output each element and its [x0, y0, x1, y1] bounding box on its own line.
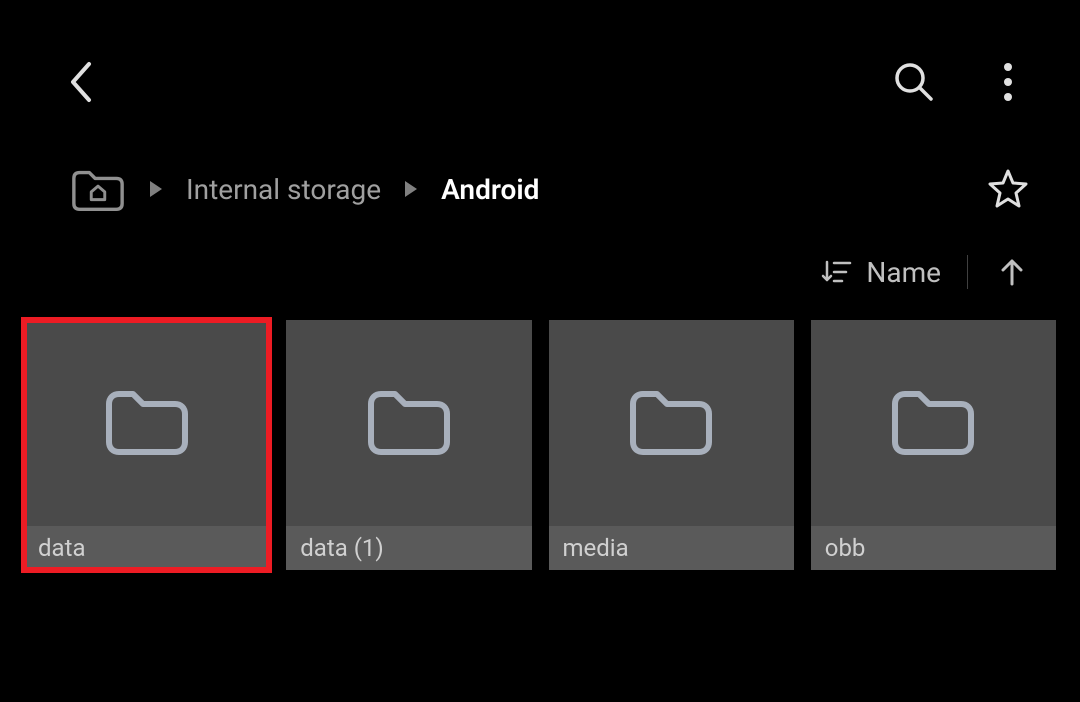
- sort-label: Name: [866, 256, 941, 289]
- folder-icon-area: [811, 320, 1056, 526]
- folder-icon: [101, 384, 193, 462]
- header-actions: [892, 60, 1030, 104]
- breadcrumb: Internal storage Android: [70, 164, 539, 214]
- folder-label: data (1): [300, 534, 384, 562]
- triangle-right-icon: [403, 180, 419, 198]
- home-folder-icon: [70, 164, 126, 214]
- folder-icon: [625, 384, 717, 462]
- home-button[interactable]: [70, 164, 126, 214]
- folder-label: media: [563, 534, 629, 562]
- breadcrumb-item-internal-storage[interactable]: Internal storage: [186, 173, 381, 206]
- sort-direction-button[interactable]: [994, 254, 1030, 290]
- triangle-right-icon: [148, 180, 164, 198]
- folder-label: obb: [825, 534, 866, 562]
- sort-divider: [967, 255, 968, 289]
- folder-icon: [887, 384, 979, 462]
- arrow-up-icon: [998, 256, 1026, 288]
- breadcrumb-current: Android: [441, 173, 539, 206]
- more-vertical-icon: [1003, 62, 1013, 102]
- search-icon: [893, 61, 935, 103]
- header: [0, 0, 1080, 134]
- star-icon: [987, 168, 1029, 210]
- folder-label-area: data (1): [286, 526, 531, 570]
- favorite-button[interactable]: [986, 167, 1030, 211]
- back-icon: [67, 60, 93, 104]
- breadcrumb-row: Internal storage Android: [0, 134, 1080, 234]
- folder-tile-data-1[interactable]: data (1): [286, 320, 531, 570]
- folder-icon-area: [24, 320, 269, 526]
- search-button[interactable]: [892, 60, 936, 104]
- sort-icon: [820, 256, 852, 288]
- folder-grid: data data (1) media obb: [0, 320, 1080, 570]
- folder-label-area: media: [549, 526, 794, 570]
- folder-label-area: obb: [811, 526, 1056, 570]
- folder-icon-area: [286, 320, 531, 526]
- breadcrumb-separator: [146, 179, 166, 199]
- sort-row: Name: [0, 234, 1080, 320]
- more-options-button[interactable]: [986, 60, 1030, 104]
- folder-icon-area: [549, 320, 794, 526]
- folder-label: data: [38, 534, 86, 562]
- breadcrumb-separator: [401, 179, 421, 199]
- folder-tile-obb[interactable]: obb: [811, 320, 1056, 570]
- folder-label-area: data: [24, 526, 269, 570]
- folder-tile-data[interactable]: data: [24, 320, 269, 570]
- folder-icon: [363, 384, 455, 462]
- back-button[interactable]: [60, 62, 100, 102]
- sort-button[interactable]: Name: [820, 256, 941, 289]
- folder-tile-media[interactable]: media: [549, 320, 794, 570]
